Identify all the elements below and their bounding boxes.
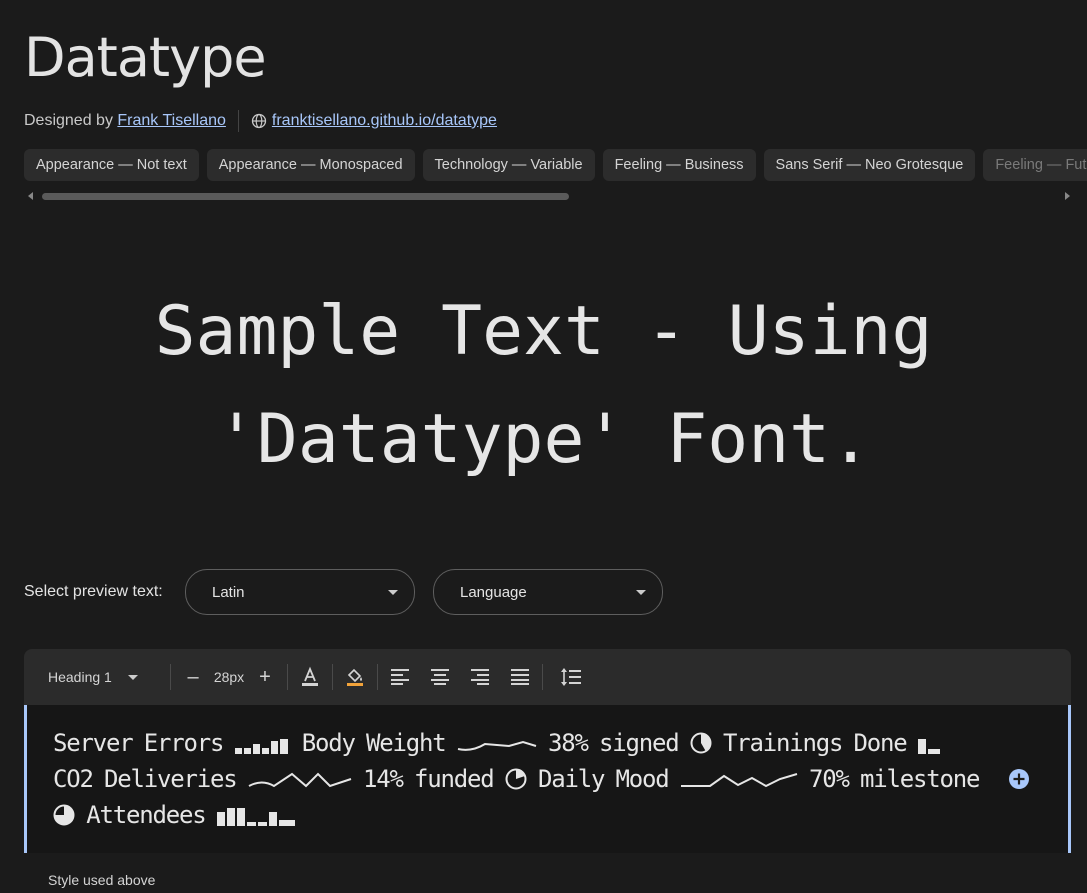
align-center-icon[interactable] (424, 661, 456, 693)
sample-text: Sample Text - Using 'Datatype' Font. (0, 278, 1087, 494)
line-sparkline-icon (680, 773, 798, 788)
editor-area[interactable]: Server Errors Body Weight 38% signed Tra… (24, 705, 1071, 853)
font-size-value[interactable]: 28px (209, 669, 249, 685)
style-caption: Style used above (48, 872, 156, 888)
designer-link[interactable]: Frank Tisellano (117, 112, 226, 130)
editor-word: 38% signed (548, 729, 680, 757)
language-select[interactable]: Language (433, 569, 663, 615)
divider (542, 664, 543, 690)
scroll-right-icon[interactable] (1065, 192, 1070, 200)
tag-chip[interactable]: Sans Serif — Neo Grotesque (763, 149, 976, 181)
editor-word: Daily Mood (538, 765, 670, 793)
script-select[interactable]: Latin (185, 569, 415, 615)
text-color-icon[interactable] (294, 661, 326, 693)
caret-down-icon (388, 590, 398, 595)
pie-chart-icon (690, 732, 712, 754)
sample-line: 'Datatype' Font. (215, 400, 872, 479)
tag-chip[interactable]: Appearance — Not text (24, 149, 199, 181)
pie-chart-icon (53, 804, 75, 826)
tag-list: Appearance — Not text Appearance — Monos… (24, 149, 1087, 182)
add-block-icon[interactable] (1008, 768, 1030, 790)
globe-icon (251, 113, 267, 129)
tag-chip[interactable]: Appearance — Monospaced (206, 149, 415, 181)
designer-row: Designed by Frank Tisellano franktisella… (24, 108, 497, 134)
align-justify-icon[interactable] (504, 661, 536, 693)
bar-sparkline-icon (216, 808, 295, 826)
line-sparkline-icon (457, 740, 537, 751)
editor-word: 70% milestone (809, 765, 980, 793)
align-left-icon[interactable] (384, 661, 416, 693)
sample-line: Sample Text - Using (154, 292, 933, 371)
divider (170, 664, 171, 690)
editor-word: Attendees (86, 801, 206, 829)
divider (377, 664, 378, 690)
script-select-value: Latin (212, 583, 245, 601)
editor-word: CO2 Deliveries (53, 765, 238, 793)
bar-sparkline-icon (234, 739, 288, 754)
editor-text[interactable]: Server Errors Body Weight 38% signed Tra… (53, 725, 993, 833)
text-style-select[interactable]: Heading 1 (24, 669, 164, 685)
website-link[interactable]: franktisellano.github.io/datatype (272, 112, 497, 130)
decrease-size-button[interactable]: – (177, 661, 209, 693)
bar-sparkline-icon (917, 739, 940, 754)
preview-label: Select preview text: (24, 583, 163, 600)
tag-chip[interactable]: Technology — Variable (422, 149, 595, 181)
editor-word: Trainings Done (723, 729, 908, 757)
caret-down-icon (128, 675, 138, 680)
editor-toolbar: Heading 1 – 28px + (24, 649, 1071, 705)
align-right-icon[interactable] (464, 661, 496, 693)
editor-word: Server Errors (53, 729, 224, 757)
tag-chip[interactable]: Feeling — Business (602, 149, 756, 181)
language-select-value: Language (460, 583, 527, 601)
text-style-value: Heading 1 (48, 669, 112, 685)
increase-size-button[interactable]: + (249, 661, 281, 693)
editor-word: 14% funded (363, 765, 495, 793)
pie-chart-icon (505, 768, 527, 790)
scrollbar-thumb[interactable] (42, 193, 569, 200)
caret-down-icon (636, 590, 646, 595)
divider (332, 664, 333, 690)
designer-prefix: Designed by (24, 112, 113, 129)
tags-scrollbar[interactable] (24, 190, 1072, 202)
highlight-color-icon[interactable] (339, 661, 371, 693)
scroll-left-icon[interactable] (28, 192, 33, 200)
line-height-icon[interactable] (555, 661, 587, 693)
divider (237, 110, 239, 132)
divider (287, 664, 288, 690)
page-title: Datatype (24, 26, 267, 89)
editor-word: Body Weight (301, 729, 447, 757)
tag-chip[interactable]: Feeling — Futuristic (983, 149, 1087, 181)
line-sparkline-icon (248, 772, 352, 788)
